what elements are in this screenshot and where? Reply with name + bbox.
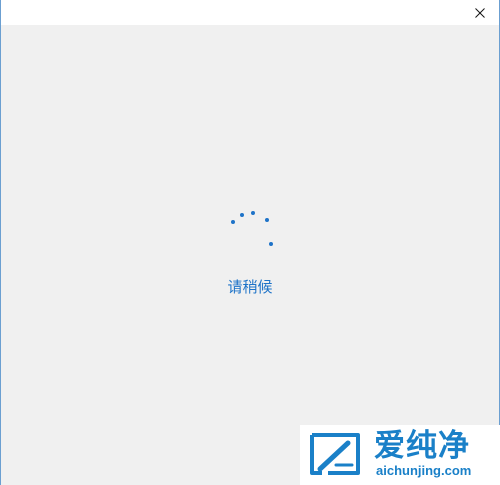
loading-spinner-icon — [225, 205, 279, 253]
spinner-dot — [265, 218, 269, 222]
close-button[interactable] — [463, 0, 497, 25]
watermark-logo — [310, 433, 360, 475]
watermark-brand: 爱纯净 — [374, 428, 470, 464]
title-bar — [1, 0, 499, 25]
dialog-window: 请稍候 — [0, 0, 500, 485]
watermark-url: aichunjing.com — [376, 463, 472, 478]
spinner-dot — [269, 242, 273, 246]
spinner-dot — [240, 213, 244, 217]
watermark: 爱纯净 aichunjing.com — [300, 425, 500, 485]
close-icon — [475, 7, 485, 18]
spinner-dot — [231, 220, 235, 224]
spinner-dot — [251, 211, 255, 215]
status-text: 请稍候 — [227, 278, 273, 296]
content-area — [1, 25, 499, 485]
